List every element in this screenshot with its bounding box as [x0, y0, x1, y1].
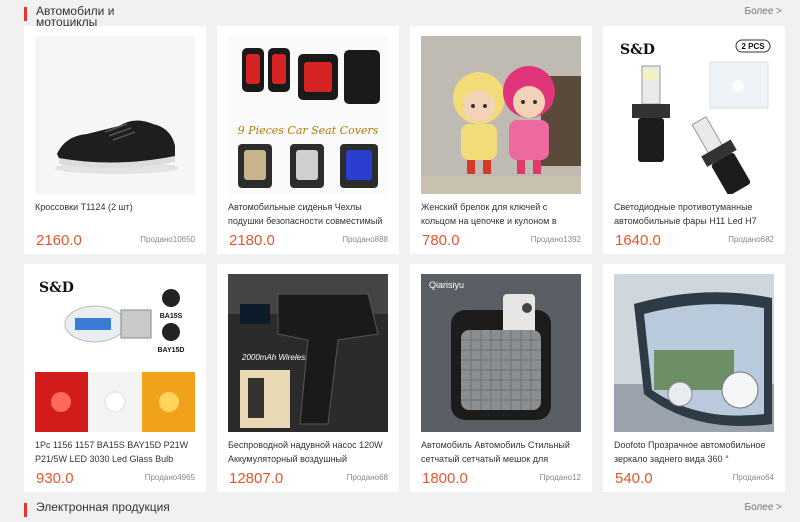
- section-header-auto: Автомобили и мотоциклы Более >: [24, 2, 782, 29]
- product-price: 540.0: [615, 470, 653, 487]
- product-sold-count: Продано68: [346, 473, 388, 482]
- product-card[interactable]: Кроссовки T1124 (2 шт) 2160.0 Продано106…: [24, 26, 206, 254]
- product-name[interactable]: Светодиодные противотуманные автомобильн…: [614, 200, 776, 228]
- product-card[interactable]: Doofoto Прозрачное автомобильное зеркало…: [603, 264, 785, 492]
- product-image-sneakers: [35, 36, 195, 194]
- image-caption: 9 Pieces Car Seat Covers: [238, 124, 379, 137]
- product-price: 12807.0: [229, 470, 284, 487]
- product-grid: Кроссовки T1124 (2 шт) 2160.0 Продано106…: [24, 26, 785, 492]
- section-header-electronics: Электронная продукция Более >: [24, 498, 782, 522]
- product-image-seat-covers: 9 Pieces Car Seat Covers: [228, 36, 388, 194]
- section-accent-bar: [24, 503, 27, 517]
- product-card[interactable]: 9 Pieces Car Seat Covers Автомобильные с…: [217, 26, 399, 254]
- product-image-doll-keychain: [421, 36, 581, 194]
- product-card[interactable]: S&D BA15S BAY15D 1Pc 1156 1157 BA15S BAY…: [24, 264, 206, 492]
- product-sold-count: Продано4965: [144, 473, 195, 482]
- brand-logo: S&D: [39, 280, 74, 296]
- product-image-mirror: [614, 274, 774, 432]
- bulb-label: BA15S: [160, 313, 183, 320]
- product-sold-count: Продано12: [539, 473, 581, 482]
- product-price: 780.0: [422, 232, 460, 249]
- product-price: 2160.0: [36, 232, 82, 249]
- product-image-fog-lights: S&D 2 PCS: [614, 36, 774, 194]
- product-name[interactable]: 1Pc 1156 1157 BA15S BAY15D P21W P21/5W L…: [35, 438, 197, 466]
- product-image-led-bulb: S&D BA15S BAY15D: [35, 274, 195, 432]
- image-caption: 2 PCS: [741, 42, 765, 51]
- product-price: 1640.0: [615, 232, 661, 249]
- product-price: 1800.0: [422, 470, 468, 487]
- more-link[interactable]: Более >: [745, 502, 782, 513]
- product-price: 2180.0: [229, 232, 275, 249]
- product-sold-count: Продано10650: [140, 235, 195, 244]
- product-name[interactable]: Беспроводной надувной насос 120W Аккумул…: [228, 438, 390, 466]
- product-sold-count: Продано64: [732, 473, 774, 482]
- product-name[interactable]: Doofoto Прозрачное автомобильное зеркало…: [614, 438, 776, 466]
- image-caption: Qiarisiyu: [429, 280, 464, 290]
- section-title: Автомобили и мотоциклы: [36, 4, 115, 29]
- product-name[interactable]: Автомобильные сиденья Чехлы подушки безо…: [228, 200, 390, 228]
- product-sold-count: Продано682: [728, 235, 774, 244]
- bulb-label: BAY15D: [158, 347, 185, 354]
- product-image-air-pump: 2000mAh Wireless Pump: [228, 274, 388, 432]
- product-price: 930.0: [36, 470, 74, 487]
- product-image-mesh-bag: Qiarisiyu: [421, 274, 581, 432]
- product-sold-count: Продано1392: [530, 235, 581, 244]
- product-card[interactable]: Женский брелок для ключей с кольцом на ц…: [410, 26, 592, 254]
- more-link[interactable]: Более >: [745, 6, 782, 17]
- product-name[interactable]: Кроссовки T1124 (2 шт): [35, 200, 197, 228]
- section-title: Электронная продукция: [36, 500, 170, 514]
- product-name[interactable]: Автомобиль Автомобиль Стильный сетчатый …: [421, 438, 583, 466]
- product-card[interactable]: 2000mAh Wireless Pump Беспроводной надув…: [217, 264, 399, 492]
- product-card[interactable]: S&D 2 PCS Светодиодные противотуманные а…: [603, 26, 785, 254]
- brand-logo: S&D: [620, 42, 655, 58]
- product-sold-count: Продано888: [342, 235, 388, 244]
- section-accent-bar: [24, 7, 27, 21]
- product-card[interactable]: Qiarisiyu Автомобиль Автомобиль Стильный…: [410, 264, 592, 492]
- product-name[interactable]: Женский брелок для ключей с кольцом на ц…: [421, 200, 583, 228]
